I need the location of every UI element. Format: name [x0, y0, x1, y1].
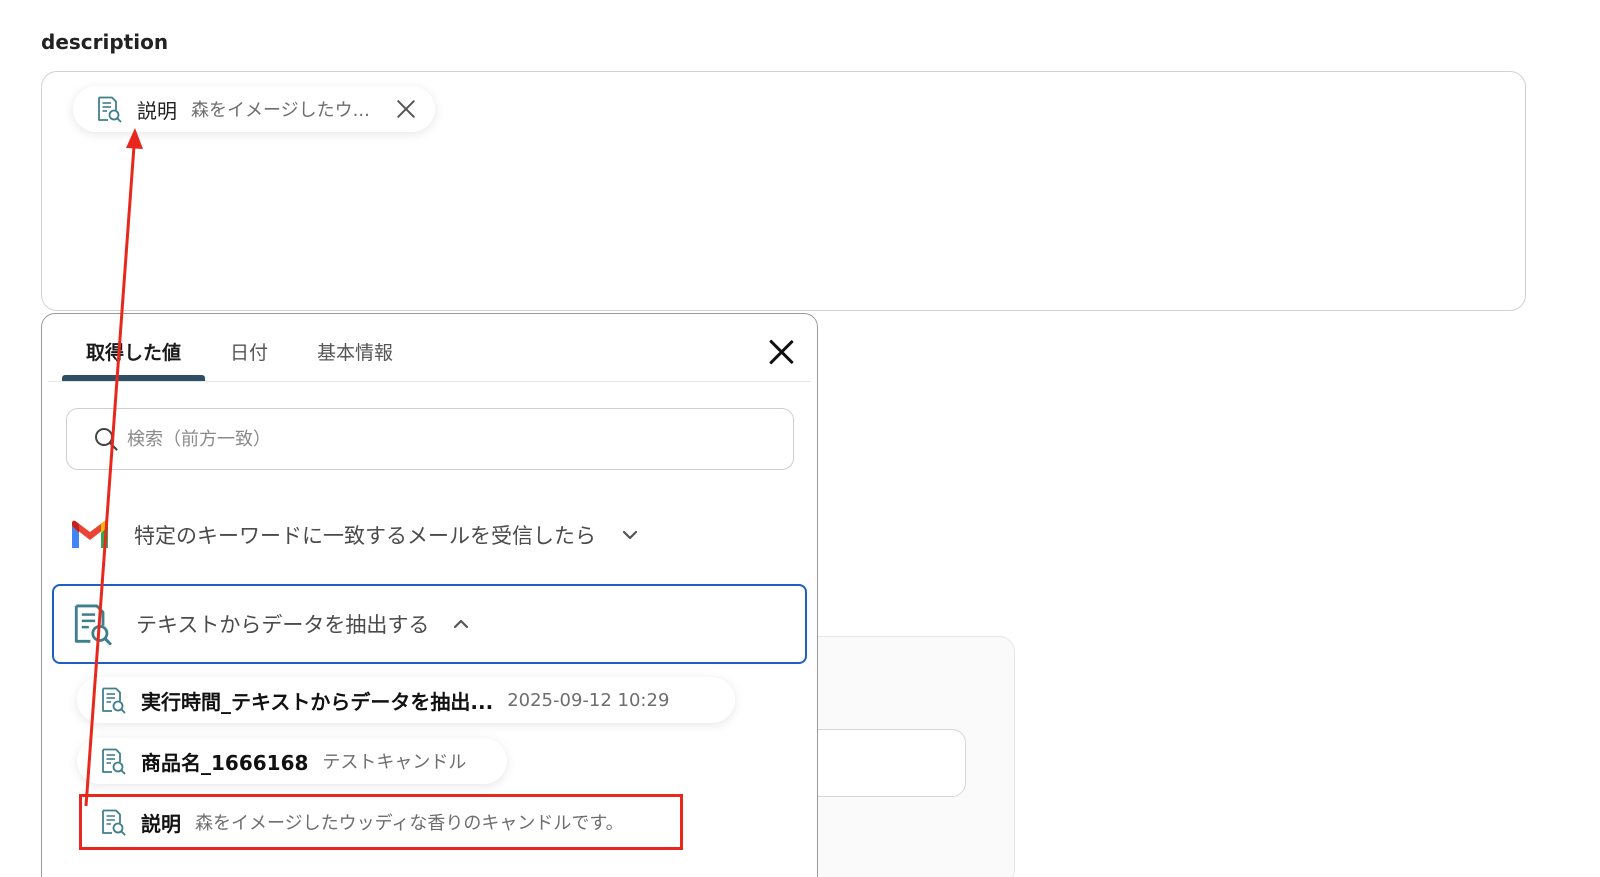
group-label: 特定のキーワードに一致するメールを受信したら: [134, 524, 596, 548]
description-field-label: description: [41, 30, 169, 54]
document-search-icon: [70, 602, 114, 646]
item-value: テストキャンドル: [322, 752, 467, 773]
group-label: テキストからデータを抽出する: [136, 613, 430, 637]
group-extract-text[interactable]: テキストからデータを抽出する: [52, 584, 807, 664]
list-item[interactable]: 実行時間_テキストからデータを抽出... 2025-09-12 10:29: [77, 677, 735, 723]
list-item[interactable]: 商品名_1666168 テストキャンドル: [77, 738, 507, 784]
document-search-icon: [99, 747, 127, 775]
document-search-icon: [95, 95, 123, 123]
panel-tabs: 取得した値 日付 基本情報: [48, 314, 811, 382]
active-tab-indicator: [62, 375, 205, 381]
search-icon: [95, 428, 118, 451]
tab-basic-info[interactable]: 基本情報: [317, 338, 393, 365]
inserted-token[interactable]: 説明 森をイメージしたウ...: [73, 86, 435, 132]
item-name: 実行時間_テキストからデータを抽出...: [141, 689, 494, 714]
annotation-highlight-box: [79, 794, 683, 850]
token-value: 森をイメージしたウ...: [191, 100, 370, 121]
gmail-icon: [72, 520, 108, 548]
token-name: 説明: [137, 98, 177, 123]
close-panel-icon[interactable]: [768, 339, 794, 365]
item-name: 商品名_1666168: [141, 750, 309, 775]
tab-acquired-values[interactable]: 取得した値: [86, 338, 181, 365]
search-input[interactable]: [127, 428, 727, 450]
chevron-up-icon: [454, 619, 469, 629]
remove-token-close-icon[interactable]: [395, 98, 417, 120]
value-picker-panel: 取得した値 日付 基本情報 特定のキーワードに一致するメールを受信したら テキス…: [41, 313, 818, 877]
document-search-icon: [99, 686, 127, 714]
group-gmail-trigger[interactable]: 特定のキーワードに一致するメールを受信したら: [70, 520, 640, 550]
chevron-down-icon: [622, 530, 638, 540]
search-box[interactable]: [66, 408, 794, 470]
background-input: [800, 729, 966, 797]
tab-date[interactable]: 日付: [230, 338, 268, 365]
item-value: 2025-09-12 10:29: [507, 689, 670, 711]
